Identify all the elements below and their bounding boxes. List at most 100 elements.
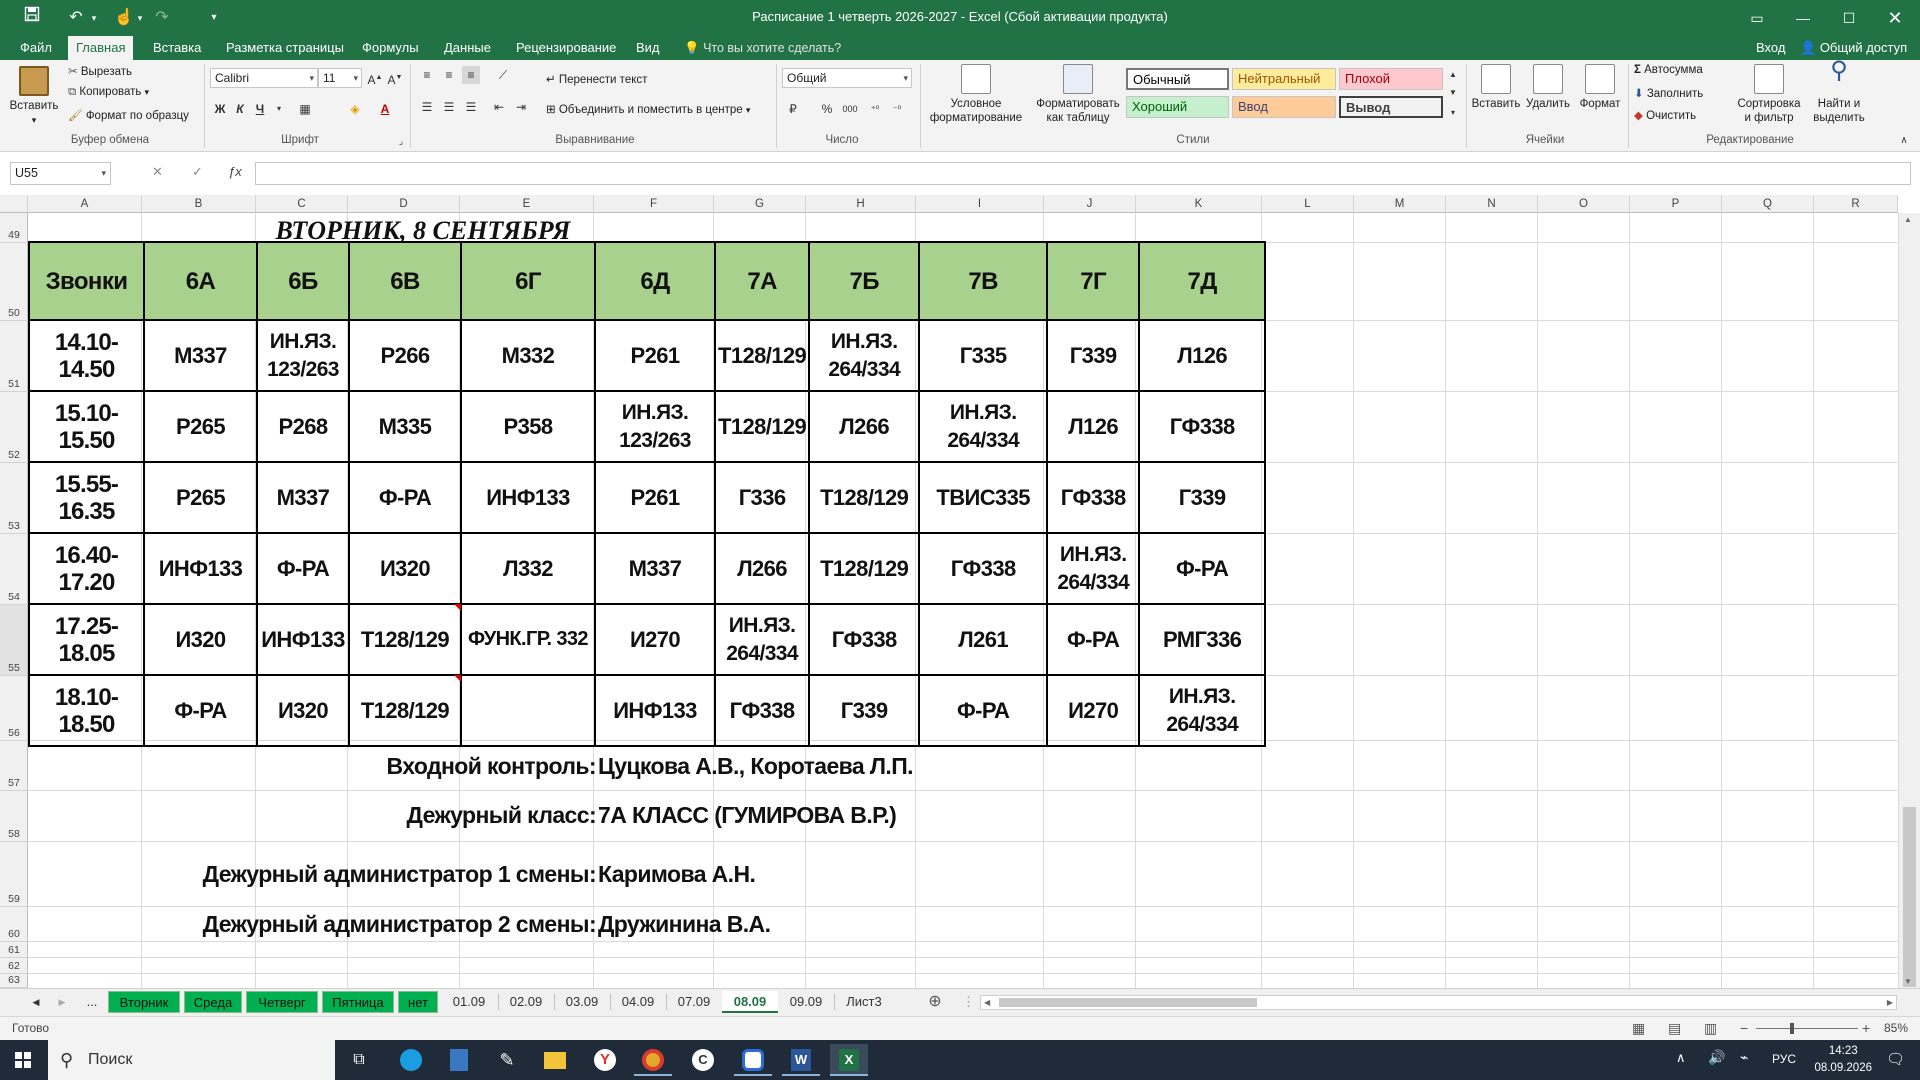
pen-app-icon[interactable]: ✎	[488, 1044, 526, 1076]
lesson-cell[interactable]: И270	[594, 603, 716, 676]
col-header[interactable]: D	[348, 195, 460, 213]
select-all-corner[interactable]	[0, 195, 28, 213]
info-label[interactable]: Дежурный класс:	[407, 802, 597, 829]
page-break-view-icon[interactable]: ▥	[1704, 1020, 1717, 1037]
col-header[interactable]: R	[1814, 195, 1898, 213]
lesson-cell[interactable]: Р266	[348, 319, 462, 392]
yandex-browser-icon[interactable]: Y	[586, 1044, 624, 1076]
delete-cells-button[interactable]: Удалить	[1522, 64, 1574, 111]
time-cell[interactable]: 15.55-16.35	[28, 461, 145, 534]
fill-button[interactable]: ⬇ Заполнить	[1634, 86, 1703, 100]
info-value[interactable]: Цуцкова А.В., Коротаева Л.П.	[598, 753, 914, 780]
lesson-cell[interactable]: Ф-РА	[348, 461, 462, 534]
wrap-text-button[interactable]: ↵ Перенести текст	[546, 72, 647, 86]
col-header[interactable]: H	[806, 195, 916, 213]
notifications-icon[interactable]: 🗨	[1886, 1050, 1905, 1068]
header-cell[interactable]: 6Г	[460, 241, 596, 321]
save-icon[interactable]	[20, 6, 44, 30]
time-cell[interactable]: 14.10-14.50	[28, 319, 145, 392]
info-value[interactable]: Дружинина В.А.	[598, 911, 771, 938]
align-middle-icon[interactable]: ≡	[440, 66, 458, 84]
styles-scroll-down-icon[interactable]: ▼	[1444, 84, 1462, 102]
lesson-cell[interactable]: Р265	[143, 461, 258, 534]
style-neutral[interactable]: Нейтральный	[1232, 68, 1336, 90]
insert-cells-button[interactable]: Вставить	[1470, 64, 1522, 111]
copy-button[interactable]: ⧉ Копировать ▾	[68, 86, 149, 99]
page-layout-view-icon[interactable]: ▤	[1668, 1020, 1681, 1037]
prev-sheet-icon[interactable]: ◀	[28, 991, 44, 1013]
col-header[interactable]: G	[714, 195, 806, 213]
row-header[interactable]: 58	[0, 791, 28, 842]
lesson-cell[interactable]: Г335	[918, 319, 1049, 392]
col-header[interactable]: I	[916, 195, 1044, 213]
lesson-cell[interactable]: М337	[594, 532, 716, 605]
font-dialog-launcher-icon[interactable]: ⌟	[392, 132, 410, 150]
increase-font-icon[interactable]: A▲	[366, 69, 384, 87]
style-output[interactable]: Вывод	[1339, 96, 1443, 118]
taskbar-search[interactable]: ⚲ Поиск	[48, 1040, 335, 1080]
lesson-cell[interactable]: Т128/129	[808, 461, 921, 534]
lesson-cell[interactable]: Ф-РА	[256, 532, 350, 605]
sheet-tab[interactable]: 02.09	[500, 991, 552, 1013]
lesson-cell[interactable]: ИН.ЯЗ. 264/334	[808, 319, 921, 392]
col-header[interactable]: C	[256, 195, 348, 213]
new-sheet-icon[interactable]: ⊕	[924, 991, 946, 1013]
lesson-cell[interactable]: РМГ336	[1138, 603, 1267, 676]
lesson-cell[interactable]: ИНФ133	[143, 532, 258, 605]
conditional-format-button[interactable]: Условное форматирование	[924, 64, 1028, 125]
tab-page-layout[interactable]: Разметка страницы	[218, 36, 352, 60]
row-header[interactable]: 62	[0, 958, 28, 974]
zoom-level[interactable]: 85%	[1884, 1021, 1908, 1035]
header-cell[interactable]: 7Г	[1046, 241, 1141, 321]
lesson-cell[interactable]: ИН.ЯЗ. 264/334	[918, 390, 1049, 463]
merge-center-button[interactable]: ⊞ Объединить и поместить в центре ▾	[546, 102, 750, 116]
lesson-cell[interactable]: М335	[348, 390, 462, 463]
row-header[interactable]: 57	[0, 741, 28, 791]
enter-icon[interactable]: ✓	[192, 164, 203, 180]
touch-mode-icon[interactable]: ☝	[112, 6, 136, 30]
header-cell[interactable]: 7Д	[1138, 241, 1267, 321]
header-cell[interactable]: 6А	[143, 241, 258, 321]
clear-button[interactable]: ◆ Очистить	[1634, 108, 1696, 122]
lesson-cell[interactable]	[460, 674, 596, 747]
format-as-table-button[interactable]: Форматировать как таблицу	[1030, 64, 1126, 125]
cancel-icon[interactable]: ✕	[152, 164, 163, 180]
lesson-cell[interactable]: И320	[348, 532, 462, 605]
underline-button[interactable]: Ч	[251, 100, 269, 118]
tab-view[interactable]: Вид	[628, 36, 668, 60]
col-header[interactable]: K	[1136, 195, 1262, 213]
thousands-button[interactable]: 000	[838, 100, 862, 118]
minimize-button[interactable]: —	[1780, 0, 1826, 36]
lesson-cell[interactable]: Р261	[594, 461, 716, 534]
cut-button[interactable]: ✂ Вырезать	[68, 64, 132, 78]
row-header[interactable]: 52	[0, 392, 28, 463]
lesson-cell[interactable]: ИН.ЯЗ. 264/334	[1046, 532, 1141, 605]
format-cells-button[interactable]: Формат	[1574, 64, 1626, 111]
style-normal[interactable]: Обычный	[1126, 68, 1229, 90]
row-header[interactable]: 56	[0, 676, 28, 741]
chrome-icon[interactable]	[634, 1044, 672, 1076]
info-label[interactable]: Дежурный администратор 1 смены:	[203, 861, 597, 888]
lesson-cell[interactable]: М337	[256, 461, 350, 534]
horizontal-scroll-thumb[interactable]	[999, 998, 1257, 1007]
sheet-tab[interactable]: 01.09	[442, 991, 496, 1013]
excel-icon[interactable]: X	[830, 1044, 868, 1076]
task-view-icon[interactable]: ⧉	[340, 1044, 378, 1076]
sheet-tab[interactable]: 04.09	[612, 991, 664, 1013]
lesson-cell[interactable]: ИН.ЯЗ. 264/334	[713, 603, 811, 676]
tab-splitter-icon[interactable]: ⋮	[962, 991, 975, 1013]
lesson-cell[interactable]: Г339	[808, 674, 921, 747]
header-cell[interactable]: 7В	[918, 241, 1049, 321]
lesson-cell[interactable]: ГФ338	[713, 674, 811, 747]
vertical-scroll-thumb[interactable]	[1903, 807, 1916, 987]
lesson-cell[interactable]: Р265	[143, 390, 258, 463]
function-icon[interactable]: ƒx	[228, 164, 242, 179]
lesson-cell[interactable]: И320	[256, 674, 350, 747]
font-name-select[interactable]: Calibri ▾	[210, 68, 318, 88]
touch-dropdown-icon[interactable]: ▾	[134, 6, 146, 30]
tell-me-search[interactable]: 💡 Что вы хотите сделать?	[684, 36, 841, 60]
tab-formulas[interactable]: Формулы	[354, 36, 427, 60]
sheet-tab[interactable]: Вторник	[108, 991, 180, 1013]
row-header[interactable]: 60	[0, 907, 28, 942]
sheet-tab[interactable]: нет	[398, 991, 438, 1013]
